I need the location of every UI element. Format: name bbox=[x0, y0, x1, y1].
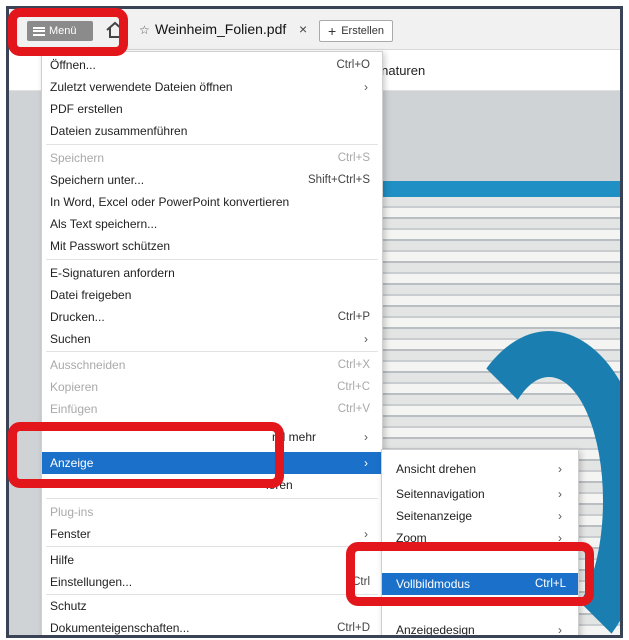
menu-separator bbox=[46, 546, 378, 547]
menu-item-search[interactable]: Suchen › bbox=[42, 328, 382, 350]
menu-item-save: Speichern Ctrl+S bbox=[50, 151, 370, 165]
menu-item-window[interactable]: Fenster › bbox=[42, 523, 382, 545]
chevron-right-icon: › bbox=[364, 80, 368, 94]
menu-separator bbox=[46, 259, 378, 260]
chevron-right-icon: › bbox=[558, 623, 562, 637]
menu-item-password-protect[interactable]: Mit Passwort schützen bbox=[42, 235, 382, 257]
chevron-right-icon: › bbox=[364, 527, 368, 541]
menu-item-share-file[interactable]: Datei freigeben bbox=[42, 284, 382, 306]
submenu-item-page-navigation[interactable]: Seitennavigation › bbox=[382, 483, 578, 505]
annotation-highlight-menu bbox=[8, 8, 128, 56]
menu-item-preferences[interactable]: Einstellungen... Ctrl bbox=[42, 571, 382, 593]
menu-item-copy: Kopieren Ctrl+C bbox=[50, 380, 370, 394]
submenu-item-page-display[interactable]: Seitenanzeige › bbox=[382, 505, 578, 527]
menu-item-combine-files[interactable]: Dateien zusammenführen bbox=[42, 120, 382, 142]
chevron-right-icon: › bbox=[558, 509, 562, 523]
menu-item-open[interactable]: Öffnen... Ctrl+O bbox=[42, 54, 382, 76]
menu-item-protection[interactable]: Schutz bbox=[42, 595, 382, 617]
chevron-right-icon: › bbox=[558, 462, 562, 476]
menu-item-save-as-text[interactable]: Als Text speichern... bbox=[42, 213, 382, 235]
menu-item-save-as[interactable]: Speichern unter... Shift+Ctrl+S bbox=[42, 169, 382, 191]
chevron-right-icon: › bbox=[364, 430, 368, 444]
create-button[interactable]: + Erstellen bbox=[319, 20, 393, 42]
menu-item-convert[interactable]: In Word, Excel oder PowerPoint konvertie… bbox=[42, 191, 382, 213]
menu-item-recent-files[interactable]: Zuletzt verwendete Dateien öffnen › bbox=[42, 76, 382, 98]
annotation-highlight-view bbox=[8, 422, 284, 488]
chevron-right-icon: › bbox=[558, 487, 562, 501]
menu-item-help[interactable]: Hilfe bbox=[42, 549, 382, 571]
menu-item-cut: Ausschneiden Ctrl+X bbox=[50, 358, 370, 372]
annotation-highlight-full-screen bbox=[346, 542, 594, 606]
menu-item-request-esignatures[interactable]: E-Signaturen anfordern bbox=[42, 262, 382, 284]
menu-separator bbox=[46, 144, 378, 145]
menu-item-print[interactable]: Drucken... Ctrl+P bbox=[42, 306, 382, 328]
create-button-label: Erstellen bbox=[341, 25, 384, 37]
chevron-right-icon: › bbox=[364, 332, 368, 346]
menu-separator bbox=[46, 351, 378, 352]
menu-item-document-properties[interactable]: Dokumenteigenschaften... Ctrl+D bbox=[42, 617, 382, 635]
plus-icon: + bbox=[328, 23, 337, 39]
submenu-item-rotate-view[interactable]: Ansicht drehen › bbox=[382, 458, 578, 480]
chevron-right-icon: › bbox=[364, 456, 368, 470]
menu-item-create-pdf[interactable]: PDF erstellen bbox=[42, 98, 382, 120]
star-icon[interactable]: ☆ bbox=[139, 23, 150, 37]
menu-separator bbox=[46, 498, 378, 499]
submenu-item-display-theme[interactable]: Anzeigedesign › bbox=[382, 619, 578, 637]
main-menu: Öffnen... Ctrl+O Zuletzt verwendete Date… bbox=[41, 51, 383, 635]
close-tab-icon[interactable]: × bbox=[299, 21, 307, 37]
menu-item-plugins: Plug-ins bbox=[50, 505, 94, 519]
document-tab-title[interactable]: Weinheim_Folien.pdf bbox=[155, 21, 286, 37]
menu-item-paste: Einfügen Ctrl+V bbox=[50, 402, 370, 416]
